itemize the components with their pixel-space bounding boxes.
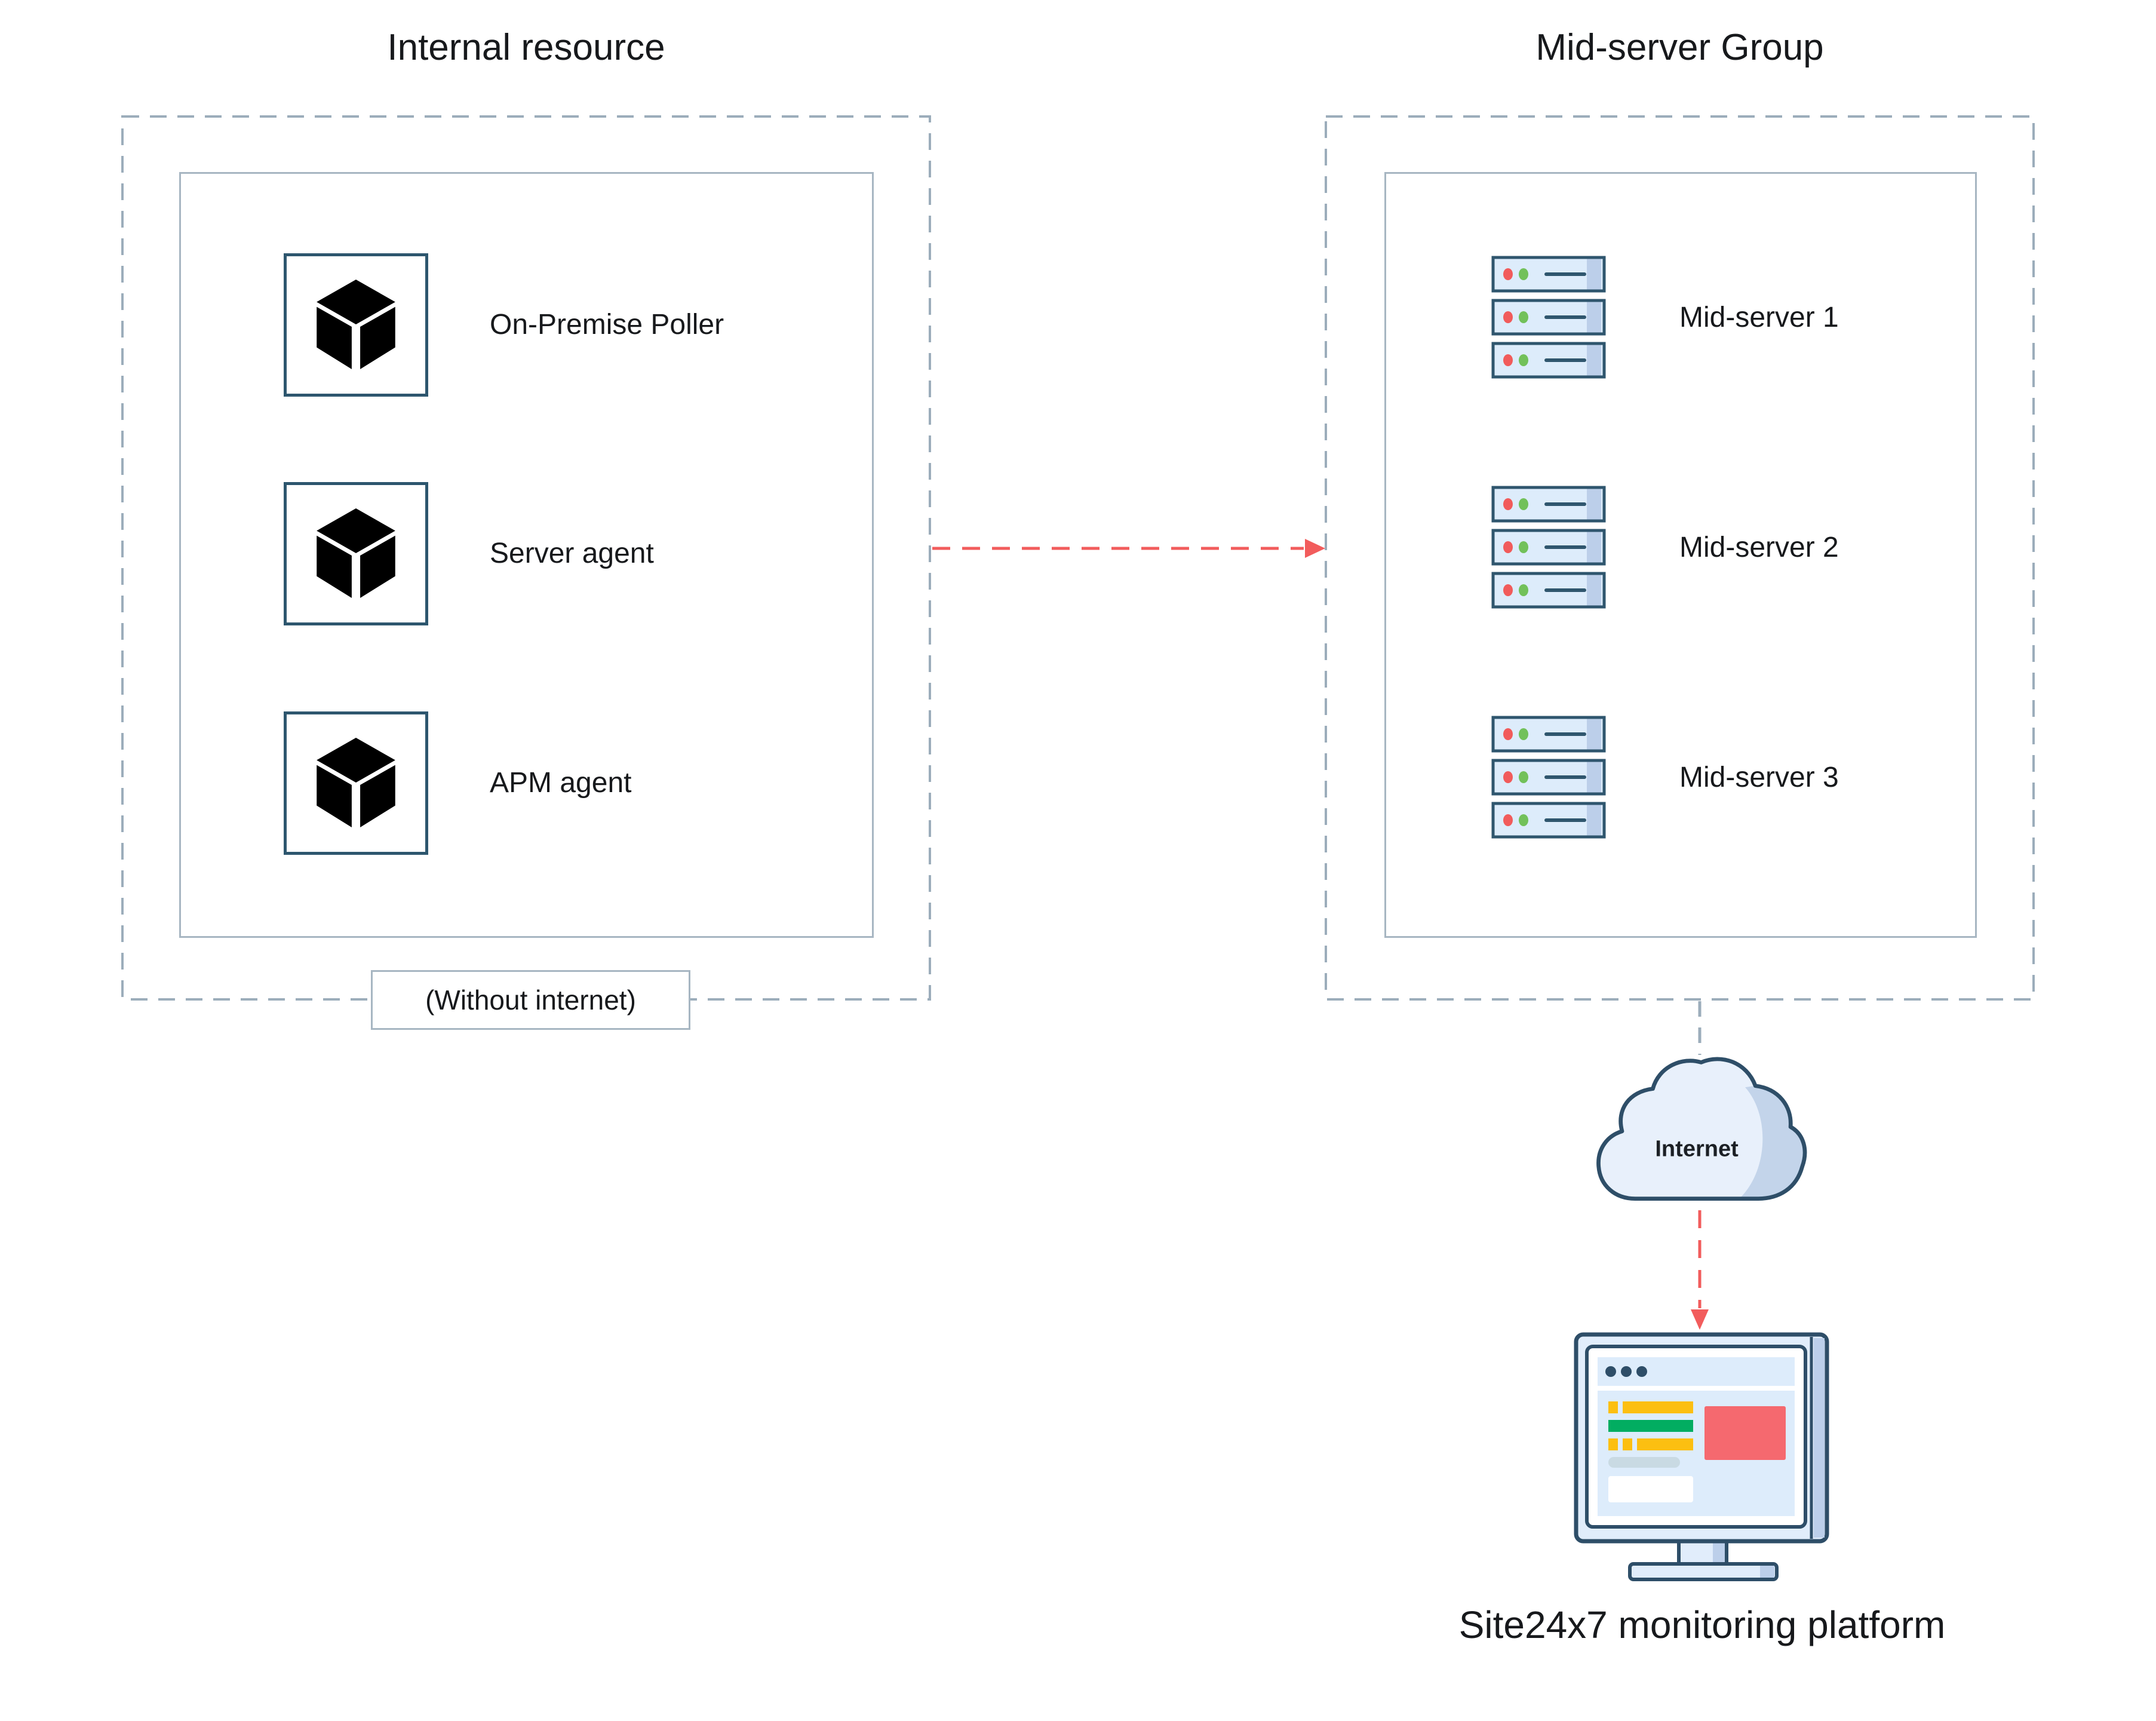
mid-server-1-label: Mid-server 1 [1679, 294, 1839, 342]
monitor-icon [1574, 1331, 1832, 1584]
arrow-right-icon [931, 533, 1328, 564]
server-stack-icon [1491, 256, 1606, 379]
without-internet-note: (Without internet) [371, 970, 690, 1030]
cube-icon [317, 280, 395, 370]
on-premise-poller-label: On-Premise Poller [490, 301, 724, 349]
on-premise-poller-tile [284, 253, 428, 397]
internal-resource-title: Internal resource [122, 23, 930, 73]
diagram-canvas: Internal resource On-Premise Poller Serv… [0, 0, 2156, 1721]
apm-agent-label: APM agent [490, 759, 631, 807]
mid-server-3-label: Mid-server 3 [1679, 754, 1839, 802]
cube-icon [317, 738, 395, 829]
server-agent-label: Server agent [490, 530, 654, 578]
internet-cloud-label: Internet [1655, 1136, 1739, 1161]
cloud-icon: Internet [1590, 1055, 1810, 1206]
server-agent-tile [284, 482, 428, 625]
mid-server-group-title: Mid-server Group [1326, 23, 2034, 73]
mid-server-2-label: Mid-server 2 [1679, 524, 1839, 572]
platform-label: Site24x7 monitoring platform [1344, 1597, 2060, 1652]
cube-icon [317, 508, 395, 599]
apm-agent-tile [284, 711, 428, 855]
server-stack-icon [1491, 716, 1606, 839]
server-stack-icon [1491, 486, 1606, 609]
arrow-down-icon [1686, 1207, 1713, 1333]
dashed-connector-icon [1686, 1000, 1713, 1056]
